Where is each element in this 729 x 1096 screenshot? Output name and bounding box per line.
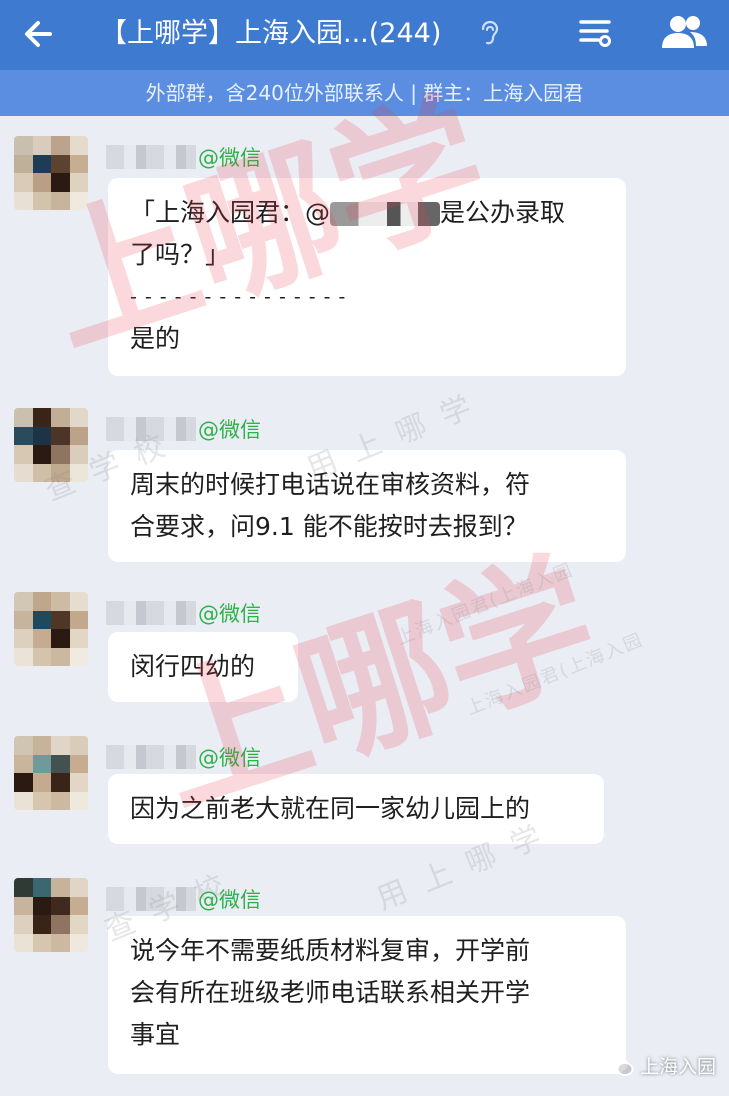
sender-name: @微信 bbox=[106, 742, 261, 772]
wechat-source-tag: @微信 bbox=[198, 746, 261, 770]
message-text: 是的 bbox=[130, 324, 181, 353]
avatar[interactable] bbox=[14, 592, 88, 666]
sender-name: @微信 bbox=[106, 142, 261, 172]
wechat-source-tag: @微信 bbox=[198, 888, 261, 912]
message-bubble[interactable]: 因为之前老大就在同一家幼儿园上的 bbox=[108, 774, 604, 844]
wechat-source-tag: @微信 bbox=[198, 146, 261, 170]
redacted-sender-name bbox=[106, 887, 196, 911]
message-text: 会有所在班级老师电话联系相关开学 bbox=[130, 978, 531, 1007]
message-text: 周末的时候打电话说在审核资料，符 bbox=[130, 470, 531, 499]
message-text: 是公办录取 bbox=[440, 198, 566, 227]
message-bubble[interactable]: 「上海入园君：@ 是公办录取 了吗？」 - - - - - - - - - - -… bbox=[108, 178, 626, 376]
group-info-bar[interactable]: 外部群，含240位外部联系人 | 群主：上海入园君 bbox=[0, 70, 729, 116]
message-text: 因为之前老大就在同一家幼儿园上的 bbox=[130, 794, 531, 823]
redacted-sender-name bbox=[106, 417, 196, 441]
chat-settings-icon[interactable] bbox=[574, 10, 618, 54]
avatar[interactable] bbox=[14, 878, 88, 952]
wechat-source-tag: @微信 bbox=[198, 602, 261, 626]
message-bubble[interactable]: 周末的时候打电话说在审核资料，符 合要求，问9.1 能不能按时去报到？ bbox=[108, 450, 626, 562]
redacted-sender-name bbox=[106, 145, 196, 169]
sender-name: @微信 bbox=[106, 598, 261, 628]
wechat-source-tag: @微信 bbox=[198, 418, 261, 442]
top-bar: 【上哪学】上海入园...(244) bbox=[0, 0, 729, 70]
message-text: 说今年不需要纸质材料复审，开学前 bbox=[130, 936, 531, 965]
message-text: 了吗？」 bbox=[130, 240, 231, 269]
group-members-icon[interactable] bbox=[660, 10, 710, 54]
avatar[interactable] bbox=[14, 736, 88, 810]
avatar[interactable] bbox=[14, 136, 88, 210]
message-text: 合要求，问9.1 能不能按时去报到？ bbox=[130, 512, 528, 541]
redacted-sender-name bbox=[106, 745, 196, 769]
back-arrow-icon[interactable] bbox=[20, 12, 64, 56]
message-text: 闵行四幼的 bbox=[130, 652, 256, 681]
message-text: 「上海入园君：@ bbox=[130, 198, 331, 227]
brand-text: 上海入园 bbox=[640, 1056, 717, 1078]
chat-message-list: @微信 「上海入园君：@ 是公办录取 了吗？」 - - - - - - - - -… bbox=[0, 116, 729, 1096]
message-text: 事宜 bbox=[130, 1020, 181, 1049]
redacted-mention bbox=[330, 202, 441, 226]
wechat-logo-icon bbox=[608, 1055, 634, 1076]
sender-name: @微信 bbox=[106, 884, 261, 914]
avatar[interactable] bbox=[14, 408, 88, 482]
message-bubble[interactable]: 说今年不需要纸质材料复审，开学前 会有所在班级老师电话联系相关开学 事宜 bbox=[108, 916, 626, 1074]
sender-name: @微信 bbox=[106, 414, 261, 444]
redacted-sender-name bbox=[106, 601, 196, 625]
message-bubble[interactable]: 闵行四幼的 bbox=[108, 632, 298, 702]
quote-divider: - - - - - - - - - - - - - - - bbox=[130, 286, 347, 308]
earpiece-mode-icon bbox=[478, 20, 500, 46]
brand-watermark: 上海入园 bbox=[608, 1052, 716, 1079]
